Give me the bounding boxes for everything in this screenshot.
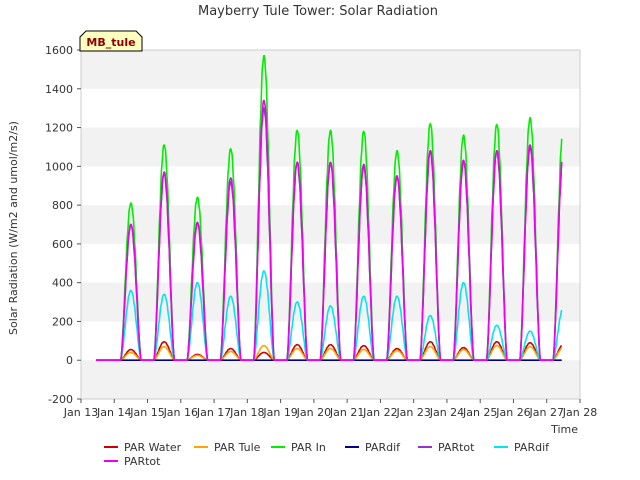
x-tick-label: Jan 15 [129, 406, 164, 419]
x-tick-label: Jan 20 [296, 406, 331, 419]
x-tick-label: Jan 27 [529, 406, 564, 419]
grid-band [81, 205, 580, 244]
solar-radiation-chart: Mayberry Tule Tower: Solar Radiation -20… [7, 4, 597, 468]
y-tick-label: 1000 [45, 160, 73, 173]
x-tick-label: Jan 24 [429, 406, 464, 419]
y-tick-label: 0 [66, 354, 73, 367]
legend: PAR Water PAR Tule PAR In PARdif PARtot PARdi… [104, 441, 550, 468]
x-tick-label: Jan 18 [229, 406, 264, 419]
x-tick-label: Jan 25 [462, 406, 497, 419]
grid-band [81, 50, 580, 89]
station-label: MB_tule [86, 36, 135, 49]
y-axis-ticks: -200 0 200 400 600 800 1000 1200 1400 1600 [45, 44, 81, 406]
y-tick-label: -200 [48, 393, 73, 406]
legend-label: PAR In [291, 441, 326, 454]
y-tick-label: 1400 [45, 83, 73, 96]
legend-label: PAR Water [124, 441, 182, 454]
y-tick-label: 400 [52, 277, 73, 290]
x-axis-ticks: Jan 13Jan 14Jan 15Jan 16Jan 17Jan 18Jan … [63, 399, 597, 419]
x-tick-label: Jan 21 [329, 406, 364, 419]
x-tick-label: Jan 19 [262, 406, 297, 419]
x-tick-label: Jan 22 [362, 406, 397, 419]
x-tick-label: Jan 16 [163, 406, 198, 419]
legend-label: PARdif [514, 441, 550, 454]
x-axis-label: Time [550, 423, 578, 436]
chart-title: Mayberry Tule Tower: Solar Radiation [198, 4, 438, 19]
x-tick-label: Jan 13 [63, 406, 98, 419]
legend-label: PARdif [365, 441, 401, 454]
y-tick-label: 1200 [45, 122, 73, 135]
legend-label: PARtot [438, 441, 475, 454]
x-tick-label: Jan 17 [196, 406, 231, 419]
x-tick-label: Jan 28 [562, 406, 597, 419]
x-tick-label: Jan 26 [495, 406, 530, 419]
x-tick-label: Jan 23 [395, 406, 430, 419]
grid-band [81, 360, 580, 399]
y-tick-label: 1600 [45, 44, 73, 57]
y-axis-label: Solar Radiation (W/m2 and umol/m2/s) [7, 121, 20, 335]
station-badge: MB_tule [79, 30, 143, 52]
x-tick-label: Jan 14 [96, 406, 131, 419]
legend-label: PARtot [124, 455, 161, 468]
y-tick-label: 800 [52, 199, 73, 212]
legend-label: PAR Tule [214, 441, 261, 454]
y-tick-label: 600 [52, 238, 73, 251]
y-tick-label: 200 [52, 315, 73, 328]
